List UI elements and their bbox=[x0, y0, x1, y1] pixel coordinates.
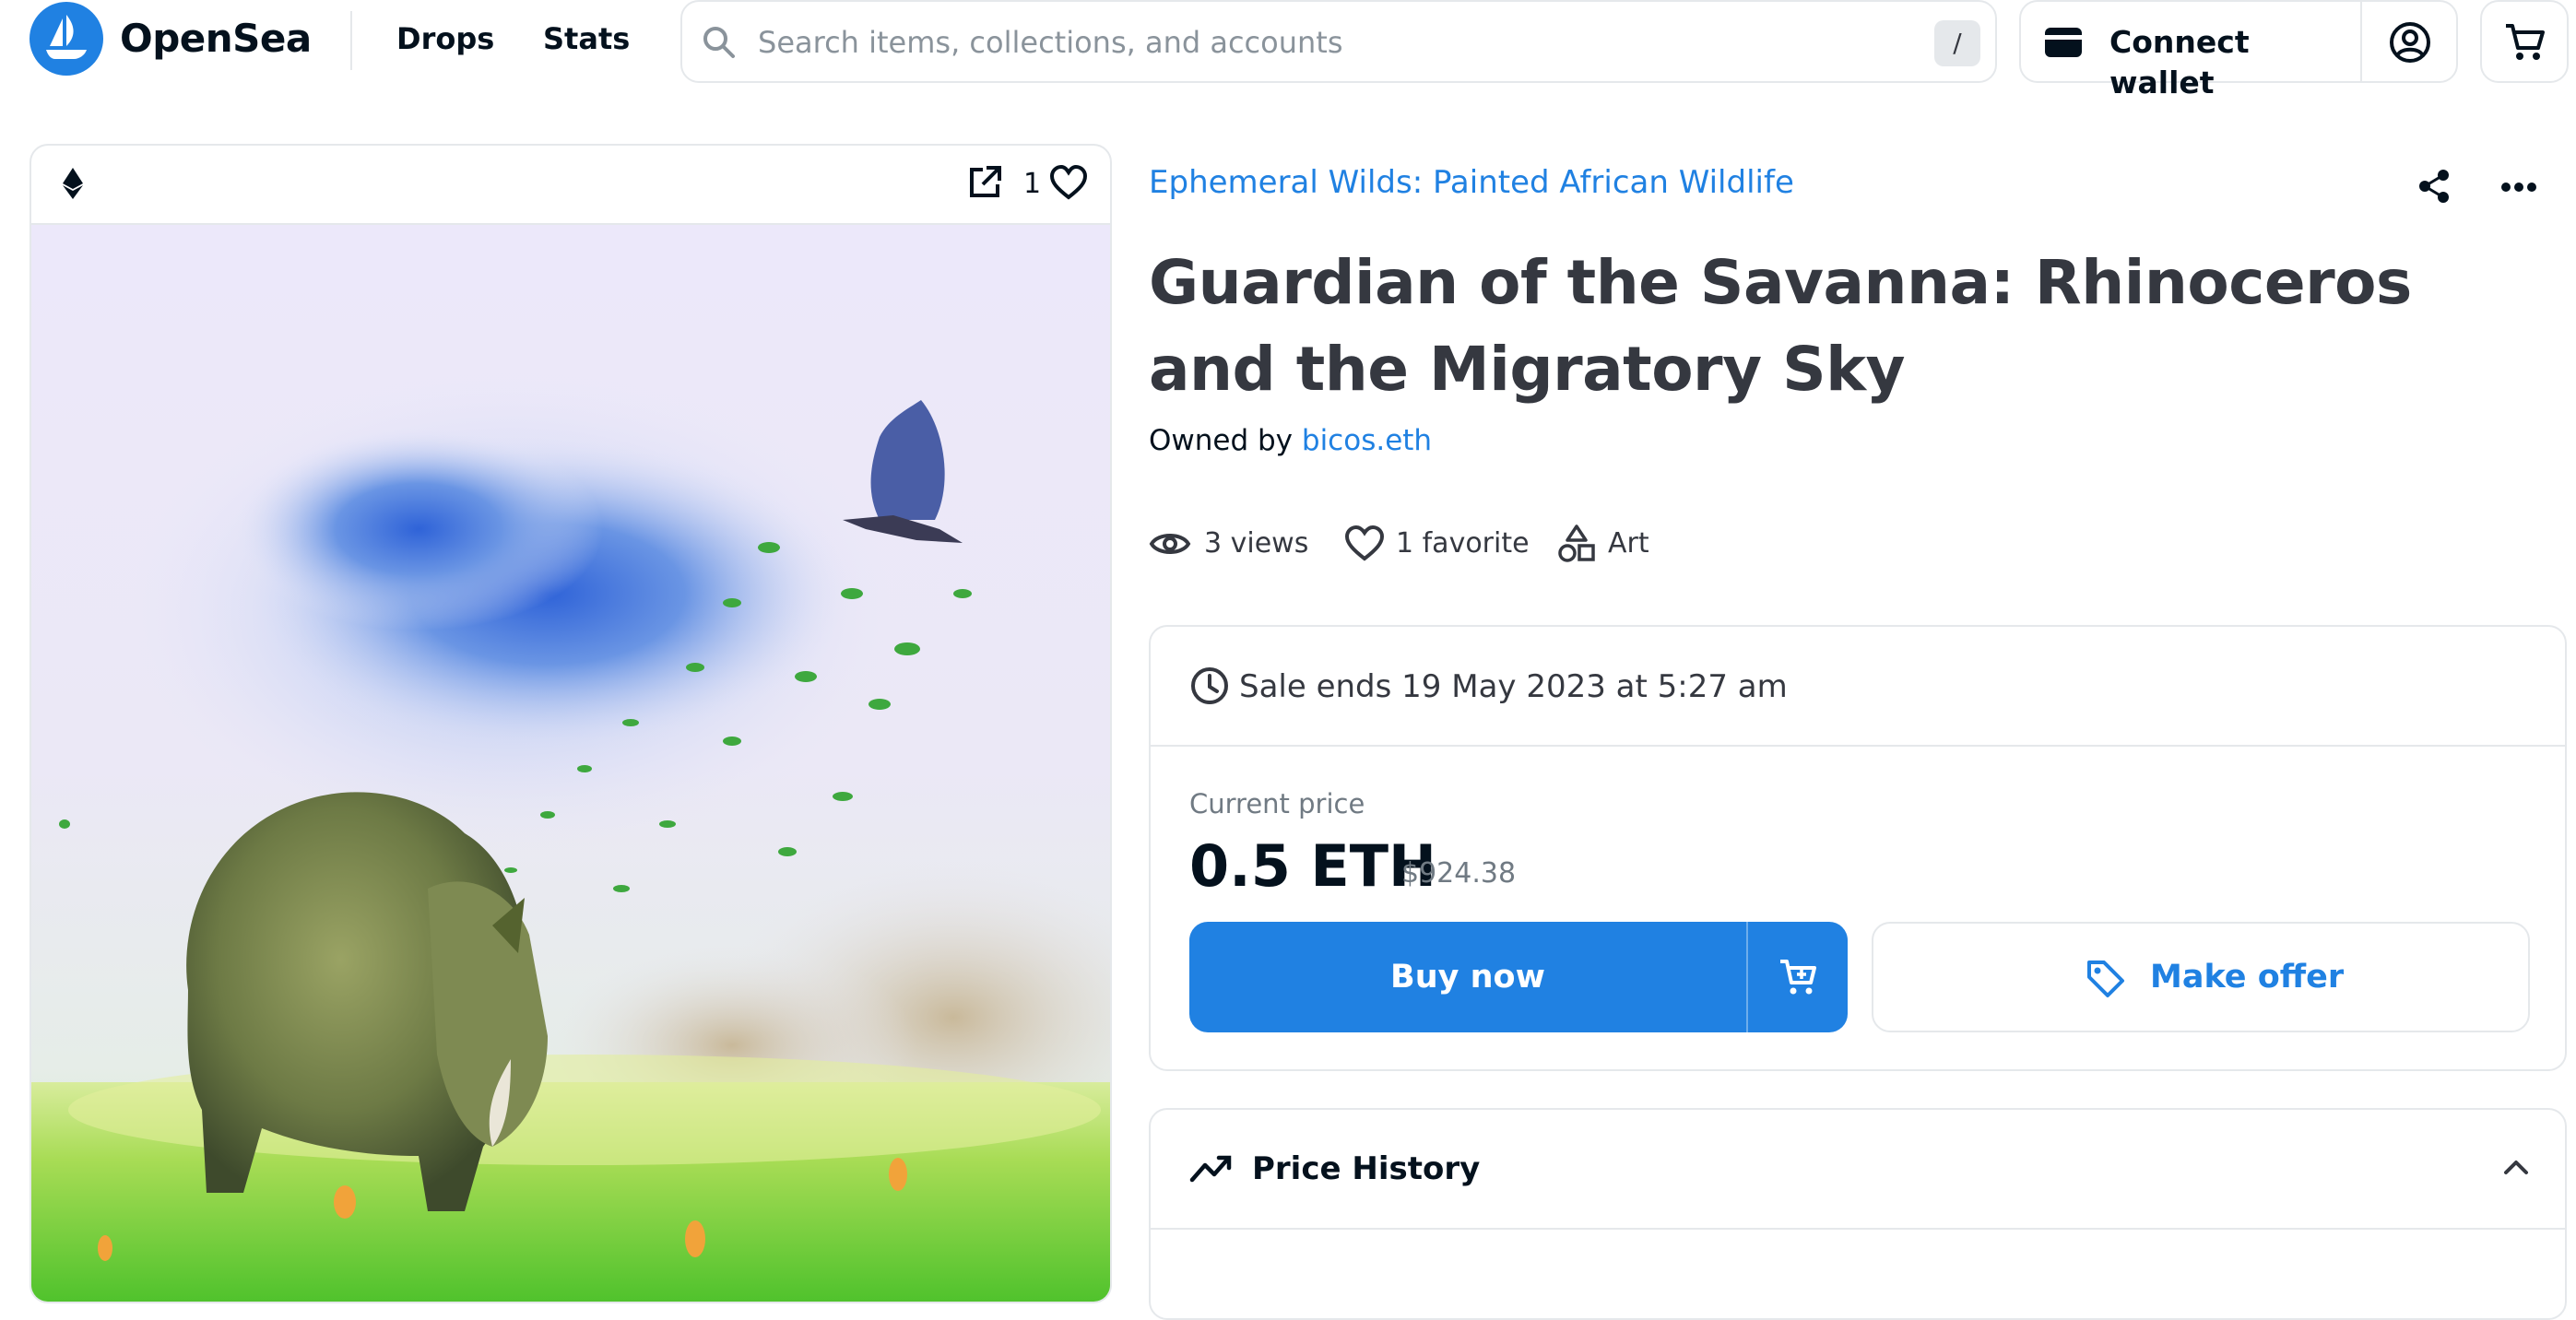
eye-icon bbox=[1149, 534, 1191, 554]
add-to-cart-button[interactable] bbox=[1748, 922, 1848, 1032]
shapes-icon bbox=[1558, 524, 1595, 562]
connect-wallet-label: Connect wallet bbox=[2109, 24, 2250, 100]
nav-drops[interactable]: Drops bbox=[396, 18, 494, 59]
opensea-logo[interactable] bbox=[30, 2, 103, 76]
wallet-group: Connect wallet bbox=[2019, 0, 2458, 100]
cart-icon bbox=[2506, 24, 2545, 60]
search-shortcut-key: / bbox=[1934, 20, 1980, 66]
price-history-title: Price History bbox=[1252, 1150, 1481, 1187]
sale-end-time: Sale ends 19 May 2023 at 5:27 am bbox=[1239, 668, 1788, 705]
favorite-count: 1 bbox=[1023, 168, 1042, 200]
views-count: 3 views bbox=[1204, 527, 1309, 560]
search-input[interactable]: Search items, collections, and accounts … bbox=[680, 0, 1997, 83]
owned-by-label: Owned by bbox=[1149, 424, 1294, 457]
item-title: Guardian of the Savanna: Rhinoceros and … bbox=[1149, 247, 2412, 405]
buy-now-label: Buy now bbox=[1390, 959, 1545, 996]
account-icon bbox=[2390, 22, 2430, 63]
search-icon bbox=[703, 27, 735, 58]
external-link-icon[interactable] bbox=[966, 164, 1003, 201]
trending-up-icon bbox=[1189, 1155, 1232, 1183]
make-offer-label: Make offer bbox=[2150, 959, 2345, 996]
item-stats: 3 views 1 favorite Art bbox=[1149, 522, 1794, 566]
clock-icon bbox=[1191, 667, 1228, 704]
artwork-image bbox=[31, 225, 1110, 1302]
price-label: Current price bbox=[1189, 788, 1365, 819]
connect-wallet-button[interactable]: Connect wallet bbox=[2021, 2, 2360, 100]
image-card-toolbar: 1 bbox=[31, 146, 1110, 225]
brand-name[interactable]: OpenSea bbox=[120, 13, 312, 65]
collection-link[interactable]: Ephemeral Wilds: Painted African Wildlif… bbox=[1149, 160, 1794, 205]
add-to-cart-icon bbox=[1780, 960, 1816, 995]
heart-icon bbox=[1344, 524, 1385, 561]
more-options-icon[interactable] bbox=[2500, 171, 2537, 203]
category-label: Art bbox=[1608, 527, 1649, 560]
buy-now-button[interactable]: Buy now bbox=[1189, 922, 1746, 1032]
owned-by: Owned by bicos.eth bbox=[1149, 420, 1432, 461]
share-icon[interactable] bbox=[2416, 168, 2452, 205]
sale-header: Sale ends 19 May 2023 at 5:27 am bbox=[1151, 627, 2565, 747]
owner-link[interactable]: bicos.eth bbox=[1302, 424, 1432, 457]
sale-card: Sale ends 19 May 2023 at 5:27 am Current… bbox=[1149, 625, 2567, 1071]
tag-icon bbox=[2087, 961, 2124, 997]
account-button[interactable] bbox=[2362, 2, 2456, 81]
nav-stats[interactable]: Stats bbox=[543, 18, 630, 59]
search-placeholder: Search items, collections, and accounts bbox=[758, 25, 1343, 60]
wallet-icon bbox=[2045, 28, 2082, 57]
favorites-count: 1 favorite bbox=[1396, 527, 1530, 560]
price-history-card: Price History bbox=[1149, 1108, 2567, 1320]
price-usd: $924.38 bbox=[1401, 857, 1517, 890]
heart-icon[interactable] bbox=[1049, 164, 1088, 201]
make-offer-button[interactable]: Make offer bbox=[1872, 922, 2530, 1032]
current-price: 0.5 ETH bbox=[1189, 832, 1436, 900]
item-image-card: 1 bbox=[30, 144, 1112, 1303]
buy-button-group: Buy now bbox=[1189, 922, 1848, 1032]
price-history-header[interactable]: Price History bbox=[1151, 1110, 2565, 1230]
header-divider bbox=[350, 11, 352, 70]
sailboat-icon bbox=[46, 15, 87, 59]
ethereum-icon bbox=[63, 168, 83, 199]
chevron-up-icon[interactable] bbox=[2502, 1156, 2530, 1178]
cart-button[interactable] bbox=[2480, 0, 2569, 83]
